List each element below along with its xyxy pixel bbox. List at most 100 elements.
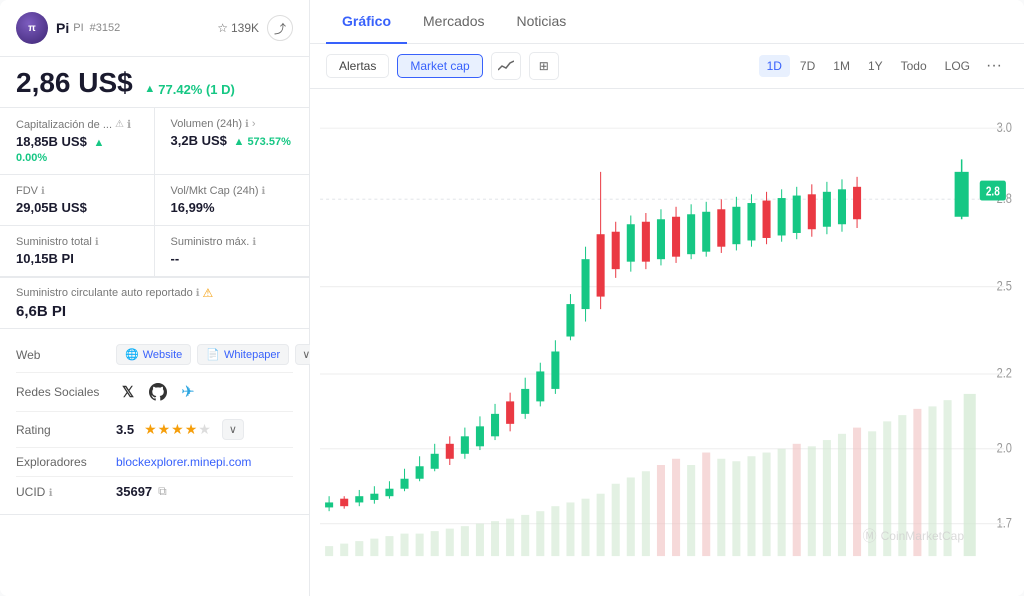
fdv-info-icon[interactable]: ℹ	[41, 186, 45, 197]
supply-max-cell: Suministro máx. ℹ --	[155, 226, 310, 277]
star-icon: ☆	[217, 21, 228, 35]
supply-total-cell: Suministro total ℹ 10,15B PI	[0, 226, 155, 277]
website-button[interactable]: 🌐 Website	[116, 344, 191, 365]
time-btn-1y[interactable]: 1Y	[860, 55, 891, 77]
explorers-row: Exploradores blockexplorer.minepi.com	[16, 448, 293, 477]
supply-total-info-icon[interactable]: ℹ	[95, 237, 99, 248]
fdv-cell: FDV ℹ 29,05B US$	[0, 175, 155, 226]
supply-circ-label: Suministro circulante auto reportado ℹ ⚠	[16, 286, 293, 300]
explorers-label: Exploradores	[16, 455, 116, 469]
explorers-value: blockexplorer.minepi.com	[116, 455, 293, 469]
time-btn-7d[interactable]: 7D	[792, 55, 823, 77]
coin-name-block: Pi PI #3152	[56, 20, 120, 36]
rating-stars: ★★★★★	[144, 421, 212, 438]
time-btn-1d[interactable]: 1D	[759, 55, 790, 77]
stats-grid: Capitalización de ... ⚠ ℹ 18,85B US$ ▲ 0…	[0, 108, 309, 278]
time-btn-1m[interactable]: 1M	[825, 55, 858, 77]
globe-icon: 🌐	[125, 348, 139, 361]
time-buttons: 1D 7D 1M 1Y Todo LOG ···	[759, 52, 1008, 80]
fdv-value: 29,05B US$	[16, 200, 138, 215]
more-options-button[interactable]: ···	[980, 52, 1008, 80]
rating-value: 3.5 ★★★★★ ∨	[116, 419, 293, 440]
market-cap-value: 18,85B US$ ▲ 0.00%	[16, 134, 138, 164]
volume-change: ▲ 573.57%	[234, 136, 291, 148]
svg-text:2.0: 2.0	[997, 440, 1012, 455]
social-row: Redes Sociales 𝕏 ✈	[16, 373, 293, 412]
left-panel: π Pi PI #3152 ☆ 139K ⤴ 2,86 U	[0, 0, 310, 596]
coin-header-right: ☆ 139K ⤴	[217, 15, 293, 41]
alerts-button[interactable]: Alertas	[326, 54, 389, 78]
volume-value: 3,2B US$ ▲ 573.57%	[171, 133, 294, 148]
market-cap-info-icon[interactable]: ⚠	[115, 119, 124, 130]
rating-expand-button[interactable]: ∨	[222, 419, 244, 440]
chart-area: 3.0 2.8 2.5 2.2 2.0 1.7	[310, 89, 1024, 596]
vol-mkt-label: Vol/Mkt Cap (24h) ℹ	[171, 185, 294, 197]
candle-chart-icon[interactable]: ⊞	[529, 52, 559, 80]
social-value: 𝕏 ✈	[116, 380, 293, 404]
right-panel: Gráfico Mercados Noticias Alertas Market…	[310, 0, 1024, 596]
web-row: Web 🌐 Website 📄 Whitepaper ∨	[16, 337, 293, 373]
watchlist-button[interactable]: ☆ 139K	[217, 21, 259, 35]
market-cap-button[interactable]: Market cap	[397, 54, 482, 78]
share-button[interactable]: ⤴	[267, 15, 293, 41]
price-block: 2,86 US$ ▲ 77.42% (1 D)	[0, 57, 309, 108]
line-chart-icon[interactable]	[491, 52, 521, 80]
market-cap-info-circle[interactable]: ℹ	[127, 118, 131, 131]
supply-max-info-icon[interactable]: ℹ	[252, 237, 256, 248]
price-change-percent: 77.42% (1 D)	[158, 82, 235, 97]
chart-toolbar: Alertas Market cap ⊞ 1D 7D 1M 1Y Todo LO…	[310, 44, 1024, 89]
social-label: Redes Sociales	[16, 385, 116, 399]
doc-icon: 📄	[206, 348, 220, 361]
supply-total-value: 10,15B PI	[16, 251, 138, 266]
supply-circ-value: 6,6B PI	[16, 303, 293, 320]
market-cap-label: Capitalización de ... ⚠ ℹ	[16, 118, 138, 131]
share-icon: ⤴	[274, 20, 286, 37]
coin-header: π Pi PI #3152 ☆ 139K ⤴	[0, 0, 309, 57]
rating-number: 3.5	[116, 422, 134, 437]
price-value: 2,86 US$	[16, 67, 133, 98]
explorer-link[interactable]: blockexplorer.minepi.com	[116, 455, 251, 469]
volume-expand-icon[interactable]: ›	[252, 118, 256, 130]
rating-label: Rating	[16, 423, 116, 437]
time-btn-log[interactable]: LOG	[937, 55, 978, 77]
volume-label: Volumen (24h) ℹ ›	[171, 118, 294, 130]
vol-mkt-cell: Vol/Mkt Cap (24h) ℹ 16,99%	[155, 175, 310, 226]
price-arrow: ▲	[144, 83, 155, 95]
supply-circ-info-icon[interactable]: ℹ	[196, 288, 200, 299]
tab-mercados[interactable]: Mercados	[407, 0, 500, 44]
volume-cell: Volumen (24h) ℹ › 3,2B US$ ▲ 573.57%	[155, 108, 310, 175]
info-rows: Web 🌐 Website 📄 Whitepaper ∨ Redes Socia…	[0, 329, 309, 515]
copy-icon[interactable]: ⧉	[158, 484, 167, 499]
tab-noticias[interactable]: Noticias	[500, 0, 582, 44]
market-cap-cell: Capitalización de ... ⚠ ℹ 18,85B US$ ▲ 0…	[0, 108, 155, 175]
ucid-info-icon[interactable]: ℹ	[49, 488, 53, 499]
supply-circ-warn-icon: ⚠	[203, 286, 214, 300]
fdv-label: FDV ℹ	[16, 185, 138, 197]
web-label: Web	[16, 348, 116, 362]
ucid-row: UCID ℹ 35697 ⧉	[16, 477, 293, 506]
vol-mkt-value: 16,99%	[171, 200, 294, 215]
time-btn-todo[interactable]: Todo	[893, 55, 935, 77]
twitter-icon[interactable]: 𝕏	[116, 380, 140, 404]
supply-max-label: Suministro máx. ℹ	[171, 236, 294, 248]
coin-symbol: PI	[73, 22, 83, 34]
tab-grafico[interactable]: Gráfico	[326, 0, 407, 44]
github-icon[interactable]	[146, 380, 170, 404]
watermark-logo: Ⓜ	[863, 526, 877, 546]
vol-mkt-info-icon[interactable]: ℹ	[262, 186, 266, 197]
coin-name: Pi	[56, 20, 69, 36]
svg-text:2.2: 2.2	[997, 366, 1012, 381]
price-change: ▲ 77.42% (1 D)	[144, 82, 234, 97]
supply-max-value: --	[171, 251, 294, 266]
ucid-label: UCID ℹ	[16, 485, 116, 499]
rating-row: Rating 3.5 ★★★★★ ∨	[16, 412, 293, 448]
watchlist-count: 139K	[231, 21, 259, 35]
coin-rank: #3152	[90, 22, 121, 34]
svg-text:3.0: 3.0	[997, 120, 1012, 135]
volume-info-icon[interactable]: ℹ	[245, 119, 249, 130]
svg-text:1.7: 1.7	[997, 515, 1012, 530]
whitepaper-button[interactable]: 📄 Whitepaper	[197, 344, 289, 365]
coin-logo-text: π	[28, 23, 36, 34]
svg-text:2.8: 2.8	[986, 186, 1000, 199]
telegram-icon[interactable]: ✈	[176, 380, 200, 404]
